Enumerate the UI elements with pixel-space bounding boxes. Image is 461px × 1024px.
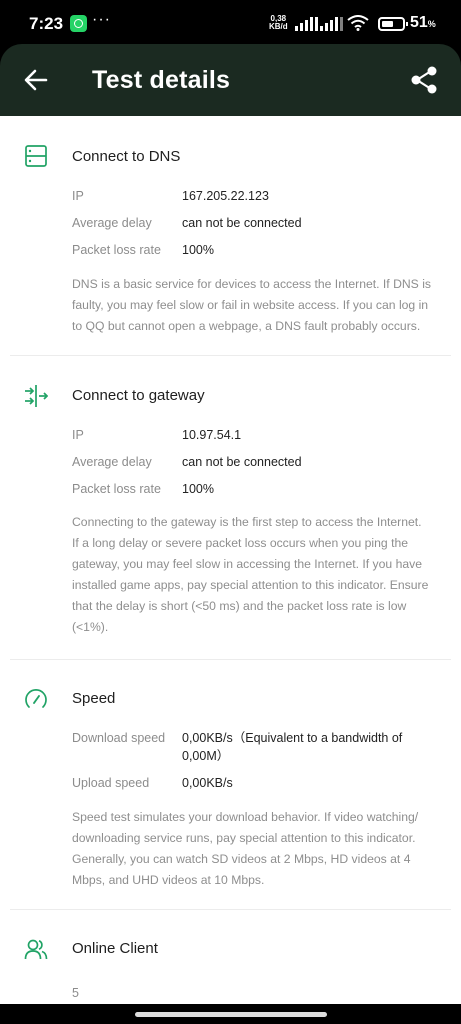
battery-icon <box>378 17 408 31</box>
gateway-delay-value: can not be connected <box>182 455 302 469</box>
signal-icon <box>295 17 319 31</box>
signal-icon-2 <box>320 17 344 31</box>
speedometer-icon <box>25 689 47 708</box>
section-title-gateway: Connect to gateway <box>72 387 205 404</box>
wifi-icon <box>347 15 369 31</box>
upload-speed-label: Upload speed <box>72 776 150 790</box>
section-title-online-client: Online Client <box>72 940 158 957</box>
app-bar: Test details <box>0 44 461 116</box>
status-time: 7:23 <box>29 14 64 33</box>
navigation-bar <box>0 1004 461 1024</box>
dns-ip-label: IP <box>72 189 84 203</box>
gateway-ip-label: IP <box>72 428 84 442</box>
download-speed-label: Download speed <box>72 731 166 745</box>
divider <box>10 909 451 910</box>
dns-description: DNS is a basic service for devices to ac… <box>72 277 431 333</box>
page-title: Test details <box>92 66 231 94</box>
gateway-description: Connecting to the gateway is the first s… <box>72 515 429 634</box>
back-arrow-icon[interactable] <box>22 66 50 94</box>
home-gesture-handle[interactable] <box>135 1012 327 1017</box>
gateway-icon <box>25 385 48 407</box>
gateway-loss-value: 100% <box>182 482 214 496</box>
server-icon <box>25 145 47 167</box>
more-notifications-icon: ··· <box>92 11 111 28</box>
divider <box>10 355 451 356</box>
share-icon[interactable] <box>408 64 440 96</box>
battery-percent: 51% <box>410 14 436 31</box>
download-speed-value: 0,00KB/s（Equivalent to a bandwidth of 0,… <box>182 731 403 763</box>
section-title-speed: Speed <box>72 690 116 707</box>
status-bar: 7:23 ··· 0,38 KB/d 51% <box>0 0 461 44</box>
dns-delay-value: can not be connected <box>182 216 302 230</box>
whatsapp-icon <box>70 15 87 32</box>
dns-ip-value: 167.205.22.123 <box>182 189 269 203</box>
gateway-delay-label: Average delay <box>72 455 152 469</box>
users-icon <box>24 939 48 960</box>
test-details-content[interactable]: Connect to DNS IP 167.205.22.123 Average… <box>0 116 461 1004</box>
network-speed-unit: KB/d <box>269 22 288 31</box>
speed-description: Speed test simulates your download behav… <box>72 810 419 887</box>
dns-loss-value: 100% <box>182 243 214 257</box>
online-client-count: 5 <box>72 986 79 1000</box>
dns-loss-label: Packet loss rate <box>72 243 161 257</box>
network-speed: 0,38 KB/d <box>269 15 288 31</box>
gateway-ip-value: 10.97.54.1 <box>182 428 242 442</box>
upload-speed-value: 0,00KB/s <box>182 776 233 790</box>
divider <box>10 659 451 660</box>
section-title-dns: Connect to DNS <box>72 148 181 165</box>
gateway-loss-label: Packet loss rate <box>72 482 161 496</box>
dns-delay-label: Average delay <box>72 216 152 230</box>
